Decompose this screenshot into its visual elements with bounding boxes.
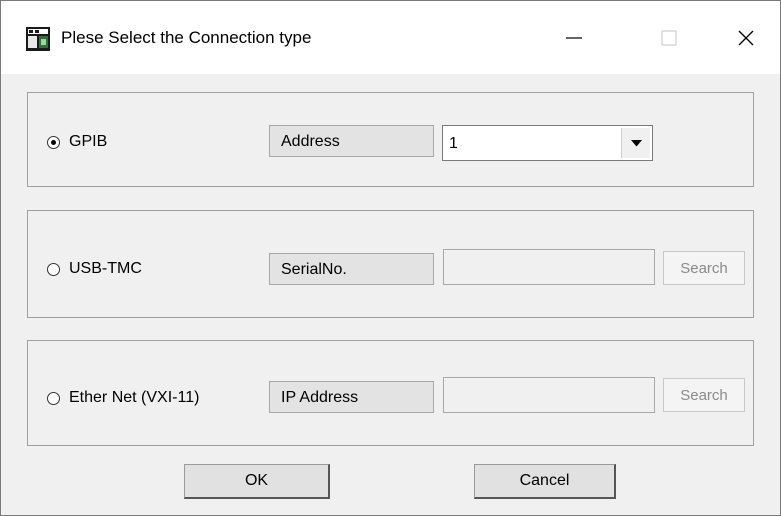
usb-tmc-radio-label: USB-TMC: [69, 260, 142, 277]
usb-search-button[interactable]: Search: [663, 251, 745, 285]
close-button[interactable]: [723, 15, 769, 61]
usb-tmc-radio[interactable]: USB-TMC: [47, 260, 142, 278]
dialog-window: Plese Select the Connection type GPIB Ad…: [0, 0, 781, 516]
address-label: Address: [269, 125, 434, 157]
ip-address-input[interactable]: [443, 377, 655, 413]
ethernet-radio-label: Ether Net (VXI-11): [69, 389, 200, 406]
gpib-radio[interactable]: GPIB: [47, 133, 107, 151]
address-combobox[interactable]: 1: [442, 125, 653, 161]
close-icon: [738, 30, 754, 46]
minimize-button[interactable]: [551, 15, 597, 61]
minimize-icon: [566, 37, 582, 39]
ip-address-label: IP Address: [269, 381, 434, 413]
ethernet-search-button[interactable]: Search: [663, 378, 745, 412]
serial-input[interactable]: [443, 249, 655, 285]
maximize-icon: [661, 30, 677, 46]
address-value: 1: [449, 135, 458, 152]
dropdown-arrow[interactable]: [621, 128, 650, 158]
radio-unselected-icon: [47, 391, 60, 405]
ethernet-radio[interactable]: Ether Net (VXI-11): [47, 389, 199, 407]
radio-unselected-icon: [47, 262, 60, 276]
app-icon: [26, 27, 50, 51]
title-bar[interactable]: Plese Select the Connection type: [1, 1, 780, 74]
serial-label: SerialNo.: [269, 253, 434, 285]
chevron-down-icon: [630, 139, 642, 146]
ok-button[interactable]: OK: [184, 464, 330, 499]
cancel-button[interactable]: Cancel: [474, 464, 616, 499]
radio-selected-icon: [47, 135, 60, 149]
window-title: Plese Select the Connection type: [61, 28, 312, 47]
maximize-button[interactable]: [646, 15, 692, 61]
gpib-radio-label: GPIB: [69, 133, 108, 150]
